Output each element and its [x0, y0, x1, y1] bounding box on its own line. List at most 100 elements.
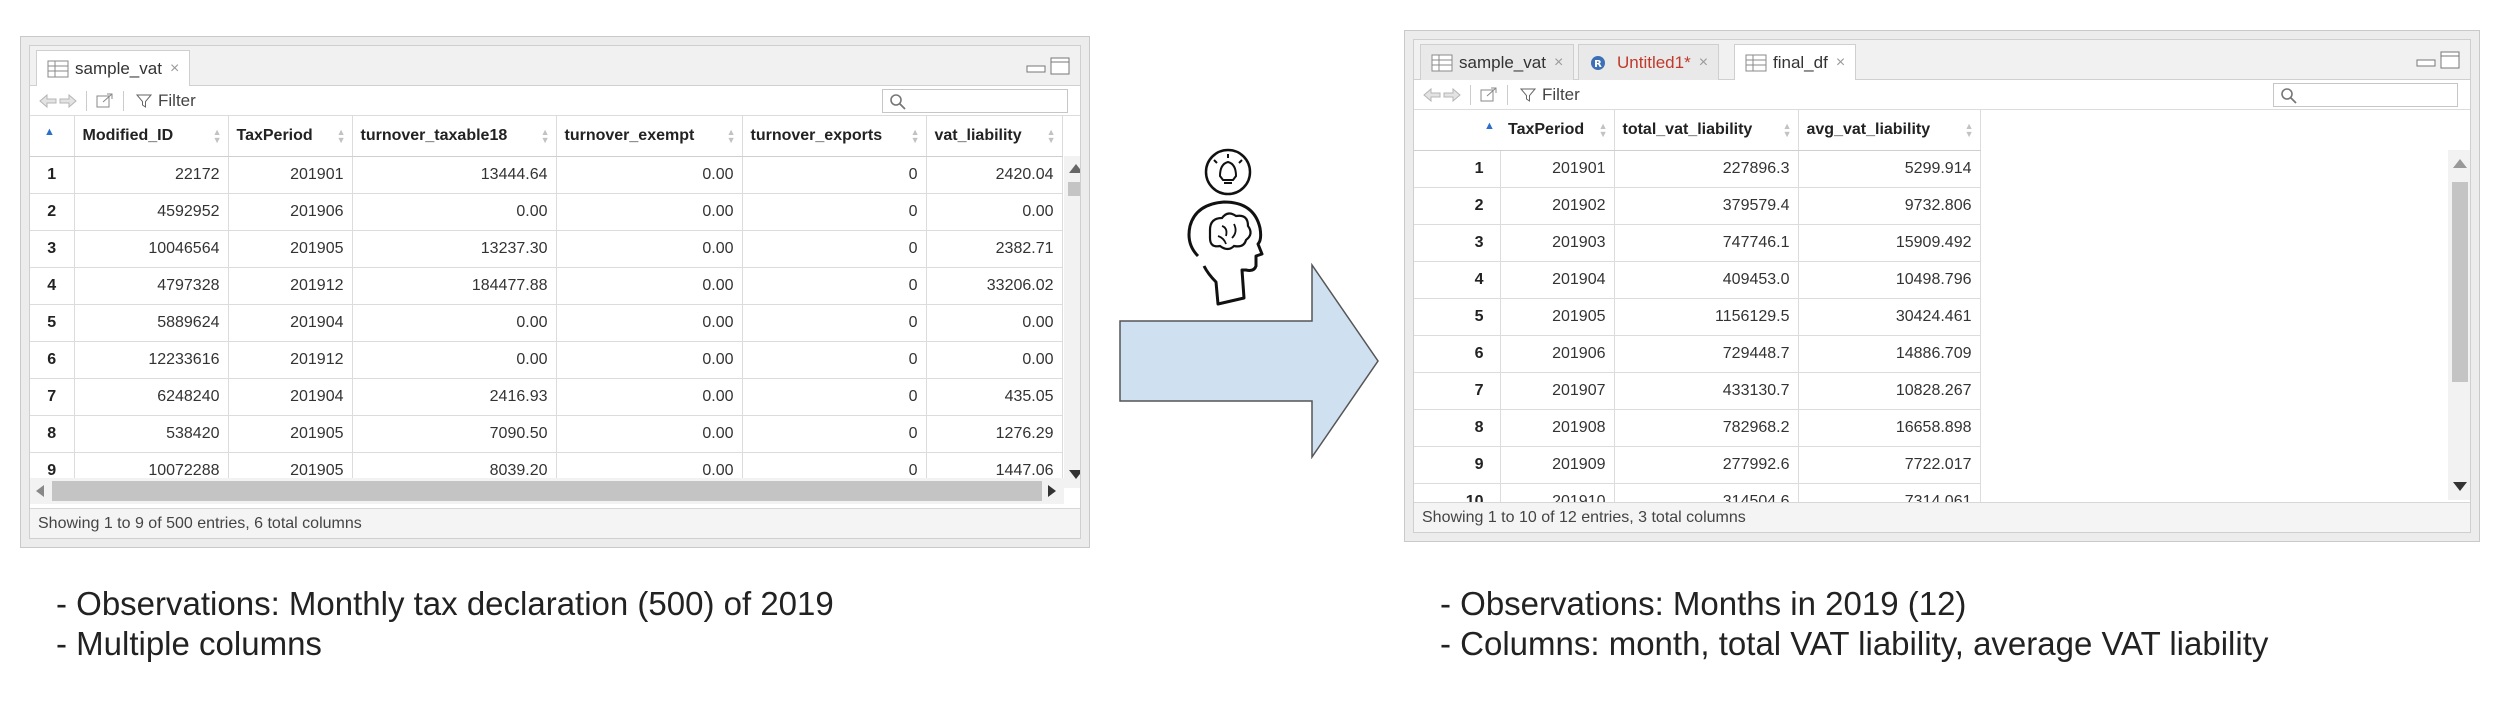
minimize-icon[interactable]: [1026, 57, 1046, 75]
table-row[interactable]: 3 201903 747746.1 15909.492: [1414, 224, 1981, 262]
column-header[interactable]: turnover_exports ▲ ▼: [742, 116, 927, 157]
back-icon[interactable]: [38, 92, 58, 110]
table-cell: 747746.1: [1614, 224, 1799, 262]
scroll-down-arrow[interactable]: [2453, 482, 2467, 491]
scroll-down-arrow[interactable]: [1069, 470, 1080, 479]
close-icon[interactable]: ×: [170, 60, 179, 78]
row-index-header[interactable]: ▲: [30, 116, 75, 157]
vertical-scroll-thumb[interactable]: [2452, 182, 2468, 382]
table-row[interactable]: 5 201905 1156129.5 30424.461: [1414, 298, 1981, 336]
left-toolbar: Filter: [30, 86, 1080, 116]
row-number: 3: [1414, 224, 1501, 262]
column-header[interactable]: vat_liability ▲ ▼: [926, 116, 1063, 157]
table-cell: 10498.796: [1798, 261, 1981, 299]
table-cell: 0.00: [556, 156, 743, 194]
row-number: 3: [30, 230, 75, 268]
tab-sample-vat[interactable]: sample_vat ×: [1420, 44, 1575, 80]
filter-button[interactable]: Filter: [158, 91, 196, 111]
toolbar-divider: [86, 90, 87, 111]
table-cell: 0.00: [352, 341, 557, 379]
table-row[interactable]: 9 201909 277992.6 7722.017: [1414, 446, 1981, 484]
tab-final-df[interactable]: final_df ×: [1734, 44, 1857, 81]
popout-icon[interactable]: [1479, 86, 1499, 104]
filter-icon[interactable]: [1520, 87, 1536, 103]
search-input[interactable]: [882, 89, 1068, 113]
table-row[interactable]: 4 4797328 201912 184477.88 0.00 0 33206.02: [30, 267, 1063, 305]
maximize-icon[interactable]: [2440, 51, 2460, 69]
table-row[interactable]: 5 5889624 201904 0.00 0.00 0 0.00: [30, 304, 1063, 342]
table-row[interactable]: 2 4592952 201906 0.00 0.00 0 0.00: [30, 193, 1063, 231]
right-data-table: ▲ TaxPeriod ▲ ▼ total_vat_liability ▲ ▼ avg_…: [1414, 110, 1981, 521]
scroll-left-arrow[interactable]: [36, 485, 44, 497]
table-cell: 33206.02: [926, 267, 1063, 305]
search-input[interactable]: [2273, 83, 2458, 107]
status-bar: Showing 1 to 10 of 12 entries, 3 total c…: [1414, 502, 2470, 532]
svg-text:R: R: [1594, 59, 1602, 70]
tab-untitled1[interactable]: R Untitled1* ×: [1578, 44, 1720, 80]
vertical-scroll-thumb[interactable]: [1068, 182, 1080, 196]
column-header[interactable]: TaxPeriod ▲ ▼: [228, 116, 353, 157]
horizontal-scroll-thumb[interactable]: [52, 481, 1042, 501]
table-cell: 12233616: [74, 341, 229, 379]
left-data-viewer: sample_vat × Filter ▲ Modified_ID ▲ ▼ Ta…: [20, 36, 1090, 548]
table-cell: 6248240: [74, 378, 229, 416]
table-cell: 201904: [1500, 261, 1615, 299]
row-number: 7: [1414, 372, 1501, 410]
table-row[interactable]: 6 12233616 201912 0.00 0.00 0 0.00: [30, 341, 1063, 379]
table-cell: 0.00: [926, 193, 1063, 231]
table-row[interactable]: 6 201906 729448.7 14886.709: [1414, 335, 1981, 373]
tab-sample-vat[interactable]: sample_vat ×: [36, 50, 191, 87]
table-cell: 2420.04: [926, 156, 1063, 194]
row-index-header[interactable]: ▲: [1414, 110, 1500, 151]
scroll-right-arrow[interactable]: [1048, 485, 1056, 497]
close-icon[interactable]: ×: [1554, 54, 1563, 72]
table-row[interactable]: 7 6248240 201904 2416.93 0.00 0 435.05: [30, 378, 1063, 416]
tab-label: Untitled1*: [1617, 52, 1691, 72]
column-header[interactable]: avg_vat_liability ▲ ▼: [1798, 110, 1981, 151]
sort-icon: ▲ ▼: [212, 127, 222, 145]
table-cell: 201912: [228, 267, 353, 305]
table-cell: 538420: [74, 415, 229, 453]
back-icon[interactable]: [1422, 86, 1442, 104]
scroll-up-arrow[interactable]: [2453, 159, 2467, 168]
table-cell: 15909.492: [1798, 224, 1981, 262]
table-row[interactable]: 3 10046564 201905 13237.30 0.00 0 2382.71: [30, 230, 1063, 268]
table-row[interactable]: 4 201904 409453.0 10498.796: [1414, 261, 1981, 299]
table-row[interactable]: 7 201907 433130.7 10828.267: [1414, 372, 1981, 410]
sort-icon: ▲ ▼: [1046, 127, 1056, 145]
table-cell: 0.00: [926, 304, 1063, 342]
filter-icon[interactable]: [136, 93, 152, 109]
table-cell: 433130.7: [1614, 372, 1799, 410]
column-header[interactable]: turnover_exempt ▲ ▼: [556, 116, 743, 157]
horizontal-scrollbar[interactable]: [30, 478, 1064, 504]
column-header[interactable]: TaxPeriod ▲ ▼: [1500, 110, 1615, 151]
table-cell: 9732.806: [1798, 187, 1981, 225]
forward-icon[interactable]: [1442, 86, 1462, 104]
column-header[interactable]: total_vat_liability ▲ ▼: [1614, 110, 1799, 151]
table-cell: 201904: [228, 378, 353, 416]
column-header[interactable]: Modified_ID ▲ ▼: [74, 116, 229, 157]
popout-icon[interactable]: [95, 92, 115, 110]
table-cell: 201901: [1500, 150, 1615, 188]
vertical-scrollbar[interactable]: [2448, 150, 2470, 500]
table-row[interactable]: 1 201901 227896.3 5299.914: [1414, 150, 1981, 188]
table-row[interactable]: 1 22172 201901 13444.64 0.00 0 2420.04: [30, 156, 1063, 194]
table-row[interactable]: 8 201908 782968.2 16658.898: [1414, 409, 1981, 447]
right-caption: - Observations: Months in 2019 (12) - Co…: [1440, 584, 2268, 664]
table-cell: 184477.88: [352, 267, 557, 305]
filter-button[interactable]: Filter: [1542, 85, 1580, 105]
sort-icon: ▲ ▼: [540, 127, 550, 145]
close-icon[interactable]: ×: [1699, 54, 1708, 72]
close-icon[interactable]: ×: [1836, 54, 1845, 72]
forward-icon[interactable]: [58, 92, 78, 110]
table-cell: 201906: [1500, 335, 1615, 373]
vertical-scrollbar[interactable]: [1064, 156, 1080, 488]
table-row[interactable]: 2 201902 379579.4 9732.806: [1414, 187, 1981, 225]
column-header[interactable]: turnover_taxable18 ▲ ▼: [352, 116, 557, 157]
scroll-up-arrow[interactable]: [1069, 164, 1080, 173]
minimize-icon[interactable]: [2416, 51, 2436, 69]
table-row[interactable]: 8 538420 201905 7090.50 0.00 0 1276.29: [30, 415, 1063, 453]
maximize-icon[interactable]: [1050, 57, 1070, 75]
row-number: 6: [30, 341, 75, 379]
window-buttons: [2416, 51, 2460, 69]
